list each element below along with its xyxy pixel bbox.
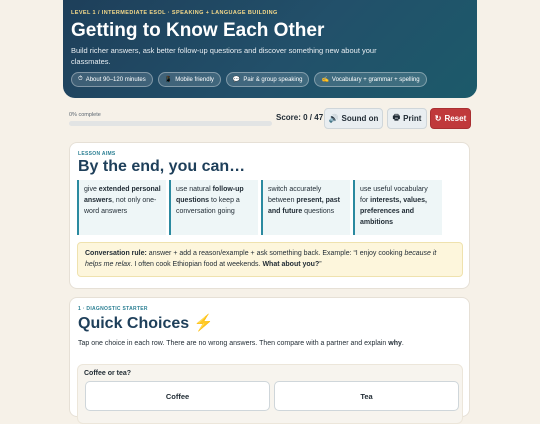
sound-label: Sound on (341, 114, 379, 123)
diagnostic-title: Quick Choices ⚡ (78, 313, 214, 333)
sound-toggle-button[interactable]: 🔊 Sound on (324, 108, 383, 129)
diagnostic-card: 1 · DIAGNOSTIC STARTER Quick Choices ⚡ T… (69, 297, 470, 424)
print-label: Print (403, 114, 422, 123)
reset-icon: ↻ (434, 114, 442, 123)
aim-item: give extended personal answers, not only… (77, 180, 166, 235)
instr-text: . (401, 340, 404, 347)
print-button[interactable]: 🖶 Print (387, 108, 427, 129)
aim-text: questions (302, 208, 335, 215)
aim-item: use natural follow-up questions to keep … (169, 180, 258, 235)
chip-speaking: 💬 Pair & group speaking (225, 72, 310, 87)
lesson-aims-card: LESSON AIMS By the end, you can… give ex… (69, 142, 470, 289)
lightning-icon: ⚡ (193, 315, 214, 332)
instr-text: Tap one choice in each row. There are no… (78, 340, 389, 347)
instr-bold: why (388, 340, 402, 347)
writing-hand-icon: ✍ (321, 77, 329, 83)
progress-label: 0% complete (69, 112, 101, 118)
aim-bold: interests, values, preferences and ambit… (360, 197, 427, 226)
rule-bold: What about you? (262, 261, 320, 268)
conversation-rule: Conversation rule: answer + add a reason… (77, 242, 463, 277)
aims-title: By the end, you can… (78, 158, 246, 175)
rule-label: Conversation rule: (85, 250, 147, 257)
aim-item: use useful vocabulary for interests, val… (353, 180, 442, 235)
choice-option-tea[interactable]: Tea (274, 381, 459, 411)
lesson-header: LEVEL 1 / INTERMEDIATE ESOL · SPEAKING +… (63, 0, 477, 98)
chip-mobile: 📱 Mobile friendly (157, 72, 221, 87)
speaker-icon: 🔊 (328, 114, 339, 123)
aims-list: give extended personal answers, not only… (77, 180, 442, 235)
chip-duration: ⏱ About 90–120 minutes (71, 72, 153, 87)
reset-label: Reset (444, 114, 467, 123)
choice-question: Coffee or tea? (84, 370, 132, 377)
reset-button[interactable]: ↻ Reset (430, 108, 471, 129)
stopwatch-icon: ⏱ (78, 76, 83, 82)
chip-label: Vocabulary + grammar + spelling (331, 76, 420, 83)
chip-label: Pair & group speaking (243, 76, 303, 83)
aim-item: switch accurately between present, past … (261, 180, 350, 235)
score-display: Score: 0 / 47 (276, 113, 324, 122)
choice-option-coffee[interactable]: Coffee (85, 381, 270, 411)
page-subtitle: Build richer answers, ask better follow-… (71, 46, 377, 66)
level-eyebrow: LEVEL 1 / INTERMEDIATE ESOL · SPEAKING +… (71, 10, 278, 16)
rule-text: ” (319, 261, 322, 268)
aim-text: give (84, 186, 99, 193)
diagnostic-kicker: 1 · DIAGNOSTIC STARTER (78, 306, 148, 312)
mobile-icon: 📱 (164, 77, 173, 83)
rule-text: . I often cook Ethiopian food at weekend… (130, 261, 263, 268)
chip-label: About 90–120 minutes (85, 76, 146, 83)
chip-vocabulary: ✍ Vocabulary + grammar + spelling (314, 72, 427, 87)
page-title: Getting to Know Each Other (71, 20, 325, 41)
diagnostic-instructions: Tap one choice in each row. There are no… (78, 340, 404, 347)
choice-row: Coffee or tea? Coffee Tea (77, 364, 463, 424)
info-chips: ⏱ About 90–120 minutes 📱 Mobile friendly 💬… (71, 72, 469, 87)
progress-bar (69, 121, 272, 126)
aims-kicker: LESSON AIMS (78, 151, 116, 157)
speech-bubble-icon: 💬 (232, 77, 241, 83)
progress-section: 0% complete (69, 112, 272, 126)
diagnostic-title-text: Quick Choices (78, 315, 190, 332)
aim-text: use natural (176, 186, 213, 193)
printer-icon: 🖶 (392, 112, 401, 122)
chip-label: Mobile friendly (175, 76, 214, 83)
rule-text: answer + add a reason/example + ask some… (146, 250, 405, 257)
